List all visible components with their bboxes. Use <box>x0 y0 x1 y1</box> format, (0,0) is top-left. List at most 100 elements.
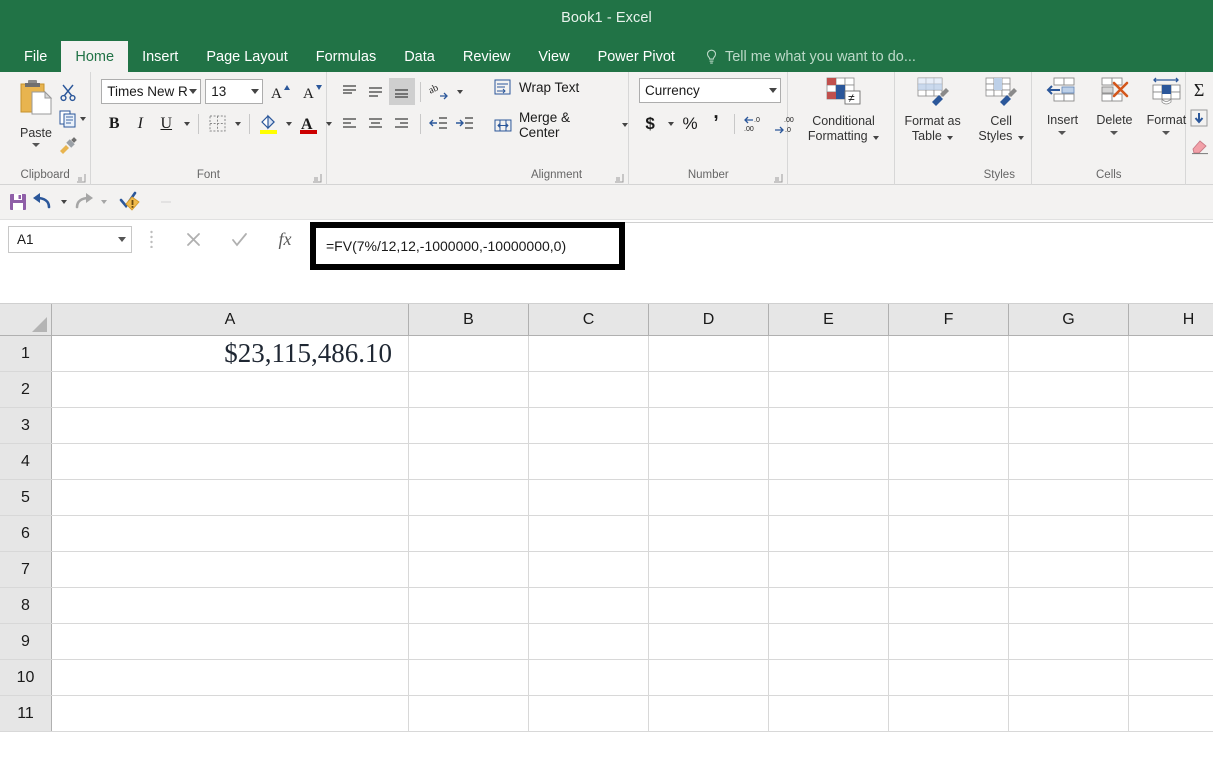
enter-formula-button[interactable] <box>216 226 262 253</box>
font-size-caret[interactable] <box>247 80 262 103</box>
clear-button[interactable] <box>1189 132 1209 160</box>
underline-button[interactable]: U <box>153 110 179 137</box>
cell-e3[interactable] <box>769 408 889 443</box>
insert-cells-caret[interactable] <box>1058 131 1067 135</box>
merge-center-dropdown-caret[interactable] <box>622 123 629 127</box>
cell-c8[interactable] <box>529 588 649 623</box>
align-top-button[interactable] <box>337 78 363 105</box>
cell-h11[interactable] <box>1129 696 1213 731</box>
decrease-font-size-button[interactable]: A <box>299 78 327 105</box>
cell-d6[interactable] <box>649 516 769 551</box>
cell-h9[interactable] <box>1129 624 1213 659</box>
format-cells-caret[interactable] <box>1162 131 1171 135</box>
cell-b2[interactable] <box>409 372 529 407</box>
conditional-formatting-caret[interactable] <box>873 136 880 140</box>
paste-button[interactable]: Paste <box>8 76 64 147</box>
column-header-d[interactable]: D <box>649 304 769 335</box>
tab-review[interactable]: Review <box>449 41 525 72</box>
comma-format-button[interactable]: , <box>703 103 729 137</box>
cell-g9[interactable] <box>1009 624 1129 659</box>
cell-f2[interactable] <box>889 372 1009 407</box>
cell-styles-button[interactable]: Cell Styles <box>967 76 1035 144</box>
column-header-f[interactable]: F <box>889 304 1009 335</box>
paste-dropdown-caret[interactable] <box>32 143 40 147</box>
cell-f4[interactable] <box>889 444 1009 479</box>
format-as-table-caret[interactable] <box>947 136 954 140</box>
borders-button[interactable] <box>204 110 230 137</box>
undo-dropdown-caret[interactable] <box>56 188 70 216</box>
cell-h1[interactable] <box>1129 336 1213 371</box>
cell-f1[interactable] <box>889 336 1009 371</box>
cell-c2[interactable] <box>529 372 649 407</box>
number-format-combo[interactable]: Currency <box>639 78 782 103</box>
cell-a1[interactable]: $23,115,486.10 <box>52 336 409 371</box>
cell-d10[interactable] <box>649 660 769 695</box>
cell-a2[interactable] <box>52 372 409 407</box>
row-header-7[interactable]: 7 <box>0 552 52 587</box>
cell-c9[interactable] <box>529 624 649 659</box>
row-header-2[interactable]: 2 <box>0 372 52 407</box>
cell-b10[interactable] <box>409 660 529 695</box>
font-dialog-launcher[interactable] <box>312 174 322 183</box>
cell-d4[interactable] <box>649 444 769 479</box>
row-header-9[interactable]: 9 <box>0 624 52 659</box>
tab-view[interactable]: View <box>524 41 583 72</box>
cell-e6[interactable] <box>769 516 889 551</box>
cell-c7[interactable] <box>529 552 649 587</box>
cell-h8[interactable] <box>1129 588 1213 623</box>
fill-color-button[interactable] <box>255 110 281 137</box>
row-header-4[interactable]: 4 <box>0 444 52 479</box>
formula-input[interactable]: =FV(7%/12,12,-1000000,-10000000,0) <box>310 222 625 270</box>
tab-power-pivot[interactable]: Power Pivot <box>584 41 689 72</box>
align-middle-button[interactable] <box>363 78 389 105</box>
cell-f7[interactable] <box>889 552 1009 587</box>
cell-a10[interactable] <box>52 660 409 695</box>
cell-a11[interactable] <box>52 696 409 731</box>
cell-h10[interactable] <box>1129 660 1213 695</box>
cell-h2[interactable] <box>1129 372 1213 407</box>
redo-button[interactable] <box>70 188 96 216</box>
cell-b6[interactable] <box>409 516 529 551</box>
cell-a3[interactable] <box>52 408 409 443</box>
select-all-corner[interactable] <box>0 304 52 335</box>
increase-decimal-button[interactable]: .0 .00 <box>740 110 770 137</box>
cell-e10[interactable] <box>769 660 889 695</box>
cell-a9[interactable] <box>52 624 409 659</box>
row-header-11[interactable]: 11 <box>0 696 52 731</box>
column-header-c[interactable]: C <box>529 304 649 335</box>
clipboard-dialog-launcher[interactable] <box>77 174 86 183</box>
bold-button[interactable]: B <box>101 110 127 137</box>
accounting-dropdown-caret[interactable] <box>663 110 677 137</box>
tell-me-search[interactable]: Tell me what you want to do... <box>689 41 928 72</box>
cut-button[interactable] <box>58 78 94 105</box>
formula-input-second-line[interactable] <box>310 270 1213 304</box>
cancel-formula-button[interactable] <box>170 226 216 253</box>
italic-button[interactable]: I <box>127 110 153 137</box>
insert-cells-button[interactable]: Insert <box>1036 76 1088 135</box>
name-box[interactable]: A1 <box>8 226 132 253</box>
cell-d9[interactable] <box>649 624 769 659</box>
cell-f3[interactable] <box>889 408 1009 443</box>
cell-e4[interactable] <box>769 444 889 479</box>
tab-insert[interactable]: Insert <box>128 41 192 72</box>
row-header-1[interactable]: 1 <box>0 336 52 371</box>
cell-a5[interactable] <box>52 480 409 515</box>
cell-c3[interactable] <box>529 408 649 443</box>
spelling-check-button[interactable] <box>116 188 144 216</box>
cell-b5[interactable] <box>409 480 529 515</box>
decrease-indent-button[interactable] <box>426 110 452 137</box>
cell-e2[interactable] <box>769 372 889 407</box>
cell-e9[interactable] <box>769 624 889 659</box>
cell-e8[interactable] <box>769 588 889 623</box>
borders-dropdown-caret[interactable] <box>230 110 244 137</box>
cell-f9[interactable] <box>889 624 1009 659</box>
column-header-h[interactable]: H <box>1129 304 1213 335</box>
number-format-caret[interactable] <box>765 79 780 102</box>
cell-h4[interactable] <box>1129 444 1213 479</box>
wrap-text-button[interactable]: Wrap Text <box>493 78 579 96</box>
delete-cells-button[interactable]: Delete <box>1088 76 1140 135</box>
autosum-button[interactable]: Σ <box>1189 76 1209 104</box>
tab-data[interactable]: Data <box>390 41 449 72</box>
merge-center-button[interactable]: Merge & Center <box>493 110 629 140</box>
cell-d5[interactable] <box>649 480 769 515</box>
